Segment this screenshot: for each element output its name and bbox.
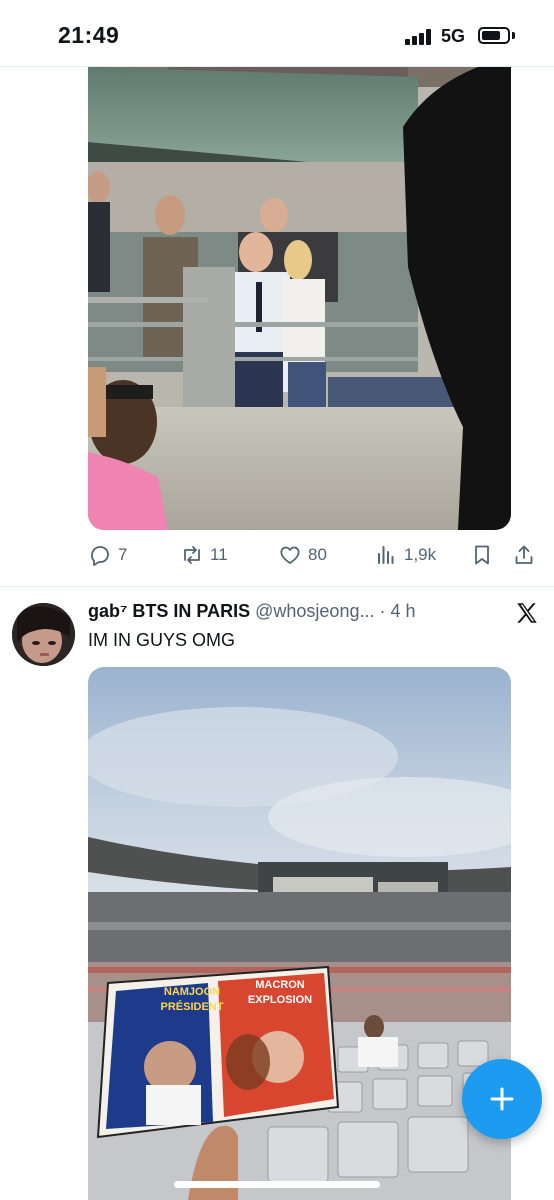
battery-tip: [512, 32, 515, 39]
battery-icon: [478, 27, 510, 44]
tweet2-photo[interactable]: NAMJOON PRÉSIDENT MACRON EXPLOSION: [88, 667, 511, 1200]
sign-text-left: NAMJOON PRÉSIDENT: [152, 985, 232, 1015]
bookmark-icon: [475, 545, 489, 565]
sign-text-right: MACRON EXPLOSION: [238, 978, 322, 1008]
reply-icon: [91, 546, 109, 566]
like-count: 80: [308, 545, 327, 564]
author-handle[interactable]: @whosjeong...: [255, 601, 374, 621]
sign-text-right-2: EXPLOSION: [247, 994, 313, 1006]
tweet1-photo[interactable]: [88, 67, 511, 530]
share-button[interactable]: [512, 540, 542, 570]
reply-button[interactable]: 7: [88, 540, 127, 570]
views-icon: [378, 546, 394, 564]
plus-icon: [490, 1087, 514, 1111]
tweet-timestamp[interactable]: 4 h: [390, 601, 415, 621]
tweet-divider: [0, 586, 554, 587]
network-label: 5G: [441, 26, 466, 46]
retweet-count: 11: [210, 545, 228, 564]
avatar[interactable]: [12, 603, 75, 666]
stadium-box-photo: [88, 67, 511, 530]
status-time: 21:49: [58, 22, 120, 48]
like-button[interactable]: 80: [278, 540, 327, 570]
sign-text-left-1: NAMJOON: [163, 986, 221, 998]
retweet-icon: [184, 546, 200, 564]
share-icon: [515, 545, 533, 564]
stadium-concert-photo: [88, 667, 511, 1200]
reply-count: 7: [118, 545, 128, 564]
status-bar: 21:49 5G: [0, 0, 554, 66]
tweet2-author-line: gab⁷ BTS IN PARIS @whosjeong... · 4 h: [88, 601, 508, 622]
tweet2-text: IM IN GUYS OMG: [88, 630, 236, 650]
heart-icon: [280, 546, 300, 564]
sign-text-right-1: MACRON: [255, 979, 305, 991]
tweet1-action-bar: 7 11 80 1,9k: [88, 540, 540, 570]
views-count: 1,9k: [404, 545, 437, 564]
compose-button[interactable]: [462, 1059, 542, 1139]
bookmark-button[interactable]: [470, 540, 500, 570]
avatar-image: [12, 603, 75, 666]
meta-separator: ·: [374, 601, 391, 621]
views-button[interactable]: 1,9k: [374, 540, 436, 570]
author-name[interactable]: gab⁷ BTS IN PARIS: [88, 601, 250, 621]
sign-text-left-2: PRÉSIDENT: [160, 1001, 224, 1013]
retweet-button[interactable]: 11: [180, 540, 228, 570]
x-logo-icon[interactable]: [514, 600, 540, 626]
home-indicator[interactable]: [174, 1181, 380, 1188]
cellular-signal-icon: [405, 29, 433, 45]
